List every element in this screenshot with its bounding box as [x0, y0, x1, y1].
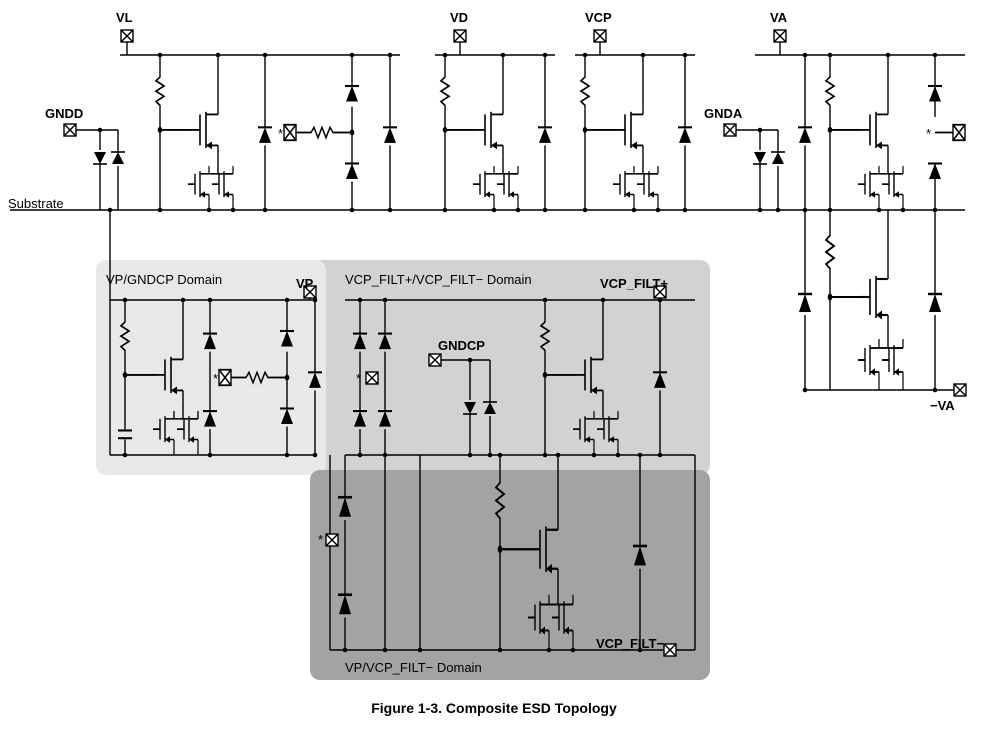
- pin-vp-label: VP: [296, 276, 313, 291]
- io-star-mid: *: [356, 371, 361, 386]
- vp-gndcp-domain: [108, 208, 322, 458]
- domain-vp-vcp-filtm-label: VP/VCP_FILT− Domain: [345, 660, 482, 675]
- pin-vd-label: VD: [450, 10, 468, 25]
- schematic-svg: [0, 0, 988, 739]
- pin-vcp-filtp-label: VCP_FILT+: [600, 276, 668, 291]
- pin-vcp-label: VCP: [585, 10, 612, 25]
- neg-va-block: [798, 210, 966, 396]
- figure-caption: Figure 1-3. Composite ESD Topology: [0, 700, 988, 716]
- pin-gndcp-label: GNDCP: [438, 338, 485, 353]
- pin-vcp-filtm-label: VCP_FILT−: [596, 636, 664, 651]
- pin-gndd-label: GNDD: [45, 106, 83, 121]
- vcpfilt-domain: [345, 286, 695, 457]
- pin-va-label: VA: [770, 10, 787, 25]
- pin-gnda-label: GNDA: [704, 106, 742, 121]
- io-star-va: *: [926, 126, 931, 141]
- pin-negva-label: −VA: [930, 398, 955, 413]
- diagram-canvas: VL VD VCP VA GNDD GNDA Substrate * * VP/…: [0, 0, 988, 739]
- io-star-vp: *: [213, 371, 218, 386]
- domain-vcp-filt-pm-label: VCP_FILT+/VCP_FILT− Domain: [345, 272, 532, 287]
- io-star-low: *: [318, 532, 323, 547]
- substrate-label: Substrate: [8, 196, 64, 211]
- domain-vp-gndcp-label: VP/GNDCP Domain: [106, 272, 222, 287]
- vp-vcpfiltm-domain: [326, 453, 695, 656]
- io-star-vl: *: [278, 126, 283, 141]
- top-band: [10, 30, 965, 212]
- pin-vl-label: VL: [116, 10, 133, 25]
